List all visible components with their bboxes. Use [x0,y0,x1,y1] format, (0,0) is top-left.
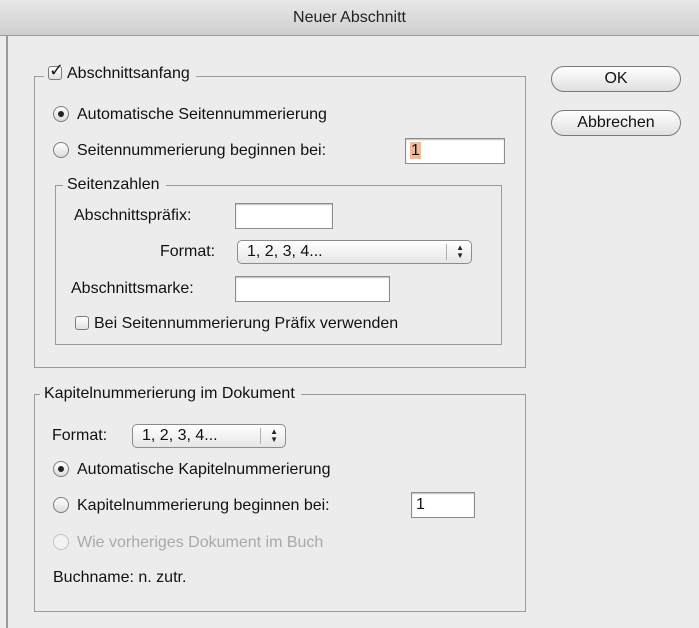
page-format-value: 1, 2, 3, 4... [247,243,323,260]
use-prefix-label: Bei Seitennummerierung Präfix verwenden [94,315,399,332]
section-start-checkbox[interactable]: ✓ [48,61,64,80]
section-start-label: Abschnittsanfang [67,65,190,82]
select-separator [446,244,447,260]
start-chapter-numbering-option[interactable]: Kapitelnummerierung beginnen bei: [53,495,330,517]
ok-button[interactable]: OK [551,66,681,92]
page-format-label: Format: [160,243,216,260]
chapter-format-select[interactable]: 1, 2, 3, 4... ▲ ▼ [132,424,286,448]
cancel-button[interactable]: Abbrechen [551,110,681,136]
checkmark-icon: ✓ [49,60,65,80]
book-name-text: Buchname: n. zutr. [53,569,187,586]
section-marker-field[interactable] [235,276,390,302]
start-chapter-number-field[interactable]: 1 [411,492,475,518]
auto-page-numbering-label: Automatische Seitennummerierung [77,106,327,123]
start-page-numbering-label: Seitennummerierung beginnen bei: [77,142,327,159]
chapter-format-value: 1, 2, 3, 4... [142,427,218,444]
chapter-numbering-legend: Kapitelnummerierung im Dokument [40,384,301,404]
select-separator [260,428,261,444]
chapter-format-label: Format: [52,427,108,444]
start-page-number-value: 1 [410,142,421,159]
use-prefix-option[interactable]: Bei Seitennummerierung Präfix verwenden [75,313,398,335]
page-format-select[interactable]: 1, 2, 3, 4... ▲ ▼ [237,240,472,264]
same-as-previous-option: Wie vorheriges Dokument im Buch [53,532,323,554]
dialog-title: Neuer Abschnitt [293,9,406,26]
auto-page-numbering-option[interactable]: Automatische Seitennummerierung [53,104,327,126]
section-start-legend[interactable]: ✓ Abschnittsanfang [44,61,196,84]
start-page-numbering-radio[interactable] [53,142,69,158]
start-page-number-field[interactable]: 1 [405,138,505,164]
title-bar: Neuer Abschnitt [0,0,699,36]
auto-page-numbering-radio[interactable] [53,106,69,122]
page-numbers-legend: Seitenzahlen [63,175,166,195]
updown-arrows-icon: ▲ ▼ [456,243,464,260]
section-marker-label: Abschnittsmarke: [71,280,194,297]
section-prefix-field[interactable] [235,203,333,229]
same-as-previous-label: Wie vorheriges Dokument im Buch [77,534,324,551]
updown-arrows-icon: ▲ ▼ [270,427,278,444]
window-edge [6,36,8,628]
same-as-previous-radio [53,534,69,550]
auto-chapter-numbering-option[interactable]: Automatische Kapitelnummerierung [53,459,330,481]
auto-chapter-numbering-label: Automatische Kapitelnummerierung [77,461,331,478]
start-chapter-numbering-label: Kapitelnummerierung beginnen bei: [77,497,330,514]
section-prefix-label: Abschnittspräfix: [74,207,192,224]
start-chapter-numbering-radio[interactable] [53,497,69,513]
auto-chapter-numbering-radio[interactable] [53,461,69,477]
start-page-numbering-option[interactable]: Seitennummerierung beginnen bei: [53,140,326,162]
use-prefix-checkbox[interactable] [75,316,89,330]
